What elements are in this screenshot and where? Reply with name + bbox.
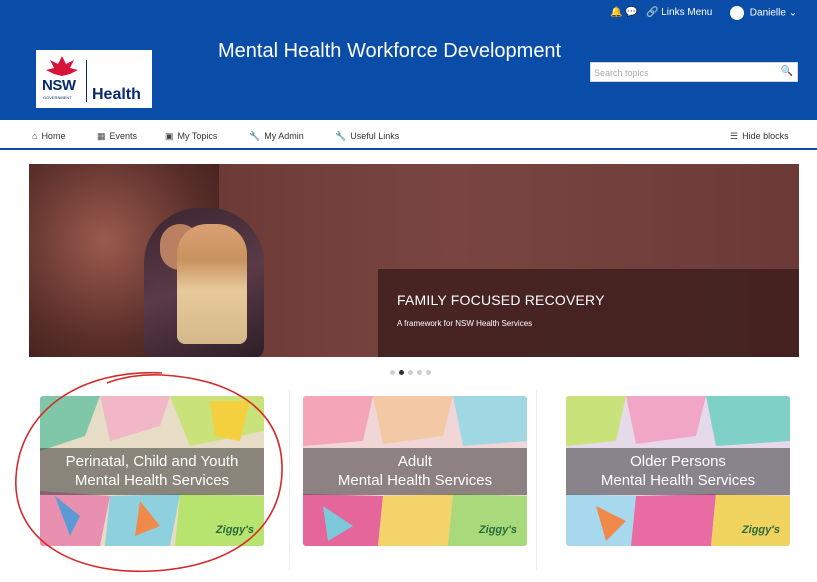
nav-item-events[interactable]: ▦ Events [97, 131, 137, 142]
card-title-line1: Perinatal, Child and Youth [65, 453, 239, 470]
waratah-logo-icon [46, 56, 78, 76]
card-title: Adult Mental Health Services [303, 448, 527, 495]
bell-icon[interactable]: 🔔 [610, 7, 622, 18]
artist-signature: Ziggy's [741, 524, 780, 536]
logo-government-text: GOVERNMENT [43, 95, 72, 100]
nav-item-my-topics[interactable]: ▣ My Topics [165, 131, 217, 142]
nav-item-my-admin[interactable]: 🔧 My Admin [249, 131, 304, 142]
user-name: Danielle [749, 7, 786, 19]
carousel-dot-active[interactable] [399, 370, 404, 375]
card-perinatal-child-youth[interactable]: Perinatal, Child and Youth Mental Health… [40, 396, 264, 546]
carousel-dot[interactable] [426, 370, 431, 375]
links-icon: 🔗 [646, 7, 659, 18]
calendar-icon: ▦ [97, 131, 106, 141]
hero-caption[interactable]: FAMILY FOCUSED RECOVERY A framework for … [378, 269, 799, 357]
nav-item-label: My Admin [264, 131, 304, 141]
nav-item-label: Home [41, 131, 66, 141]
search-box[interactable]: 🔍 [590, 62, 798, 82]
card-divider [536, 390, 537, 570]
chevron-down-icon: ⌄ [788, 7, 798, 19]
carousel-indicators [390, 362, 435, 375]
artist-signature: Ziggy's [215, 524, 254, 536]
logo-nsw-text: NSW [42, 77, 76, 94]
home-icon: ⌂ [32, 131, 38, 141]
nav-item-home[interactable]: ⌂ Home [32, 131, 65, 141]
card-title-line2: Mental Health Services [337, 472, 493, 489]
card-title-line2: Mental Health Services [600, 472, 756, 489]
briefcase-icon: ▣ [165, 131, 174, 141]
links-menu-label: Links Menu [661, 7, 713, 18]
card-title-line1: Older Persons [630, 453, 726, 470]
user-menu[interactable]: Danielle ⌄ [730, 6, 797, 20]
wrench-icon: 🔧 [249, 131, 261, 141]
card-adult[interactable]: Adult Mental Health Services Ziggy's [303, 396, 527, 546]
card-older-persons[interactable]: Older Persons Mental Health Services Zig… [566, 396, 790, 546]
carousel-dot[interactable] [408, 370, 413, 375]
indent-icon: ☰ [730, 131, 739, 141]
nsw-health-logo[interactable]: NSW GOVERNMENT Health [36, 50, 152, 108]
logo-divider [86, 60, 87, 102]
carousel-dot[interactable] [390, 370, 395, 375]
card-title-line2: Mental Health Services [74, 472, 230, 489]
nav-item-label: My Topics [177, 131, 218, 141]
chat-icon[interactable]: 💬 [625, 7, 637, 18]
hero-image-child [177, 224, 247, 344]
hero-subtitle: A framework for NSW Health Services [397, 319, 533, 328]
hide-blocks-button[interactable]: ☰ Hide blocks [730, 131, 789, 142]
nav-item-useful-links[interactable]: 🔧 Useful Links [335, 131, 399, 142]
avatar [730, 6, 744, 20]
site-title: Mental Health Workforce Development [218, 40, 562, 62]
search-icon[interactable]: 🔍 [781, 66, 793, 77]
card-title-line1: Adult [397, 453, 433, 470]
carousel-dot[interactable] [417, 370, 422, 375]
card-title: Perinatal, Child and Youth Mental Health… [40, 448, 264, 495]
card-divider [289, 390, 290, 570]
hero-title: FAMILY FOCUSED RECOVERY [397, 292, 605, 308]
logo-health-text: Health [92, 86, 141, 103]
nav-item-label: Useful Links [350, 131, 400, 141]
artist-signature: Ziggy's [478, 524, 517, 536]
search-input[interactable] [591, 64, 777, 82]
wrench-icon: 🔧 [335, 131, 347, 141]
links-menu-button[interactable]: 🔗 Links Menu [646, 7, 712, 18]
card-title: Older Persons Mental Health Services [566, 448, 790, 495]
nav-item-label: Events [109, 131, 138, 141]
hide-blocks-label: Hide blocks [742, 131, 789, 141]
notification-icons[interactable]: 🔔 💬 [610, 7, 638, 18]
